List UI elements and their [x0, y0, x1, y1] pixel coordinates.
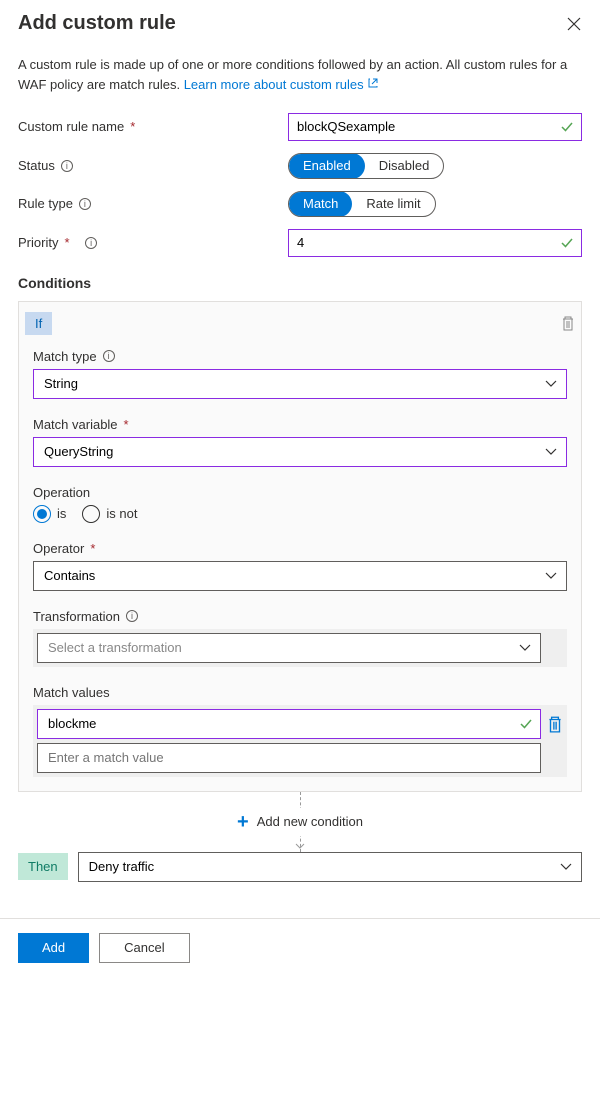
custom-rule-name-label: Custom rule name * — [18, 119, 288, 134]
match-type-select[interactable]: String — [33, 369, 567, 399]
match-value-input[interactable] — [37, 709, 541, 739]
status-toggle[interactable]: Enabled Disabled — [288, 153, 444, 179]
priority-label: Priority * i — [18, 235, 288, 250]
checkmark-icon — [560, 120, 574, 134]
page-title: Add custom rule — [18, 12, 176, 35]
match-type-label: Match type i — [33, 349, 567, 364]
external-link-icon — [367, 75, 379, 95]
conditions-heading: Conditions — [18, 275, 582, 291]
plus-icon: + — [237, 812, 249, 832]
close-icon[interactable] — [566, 16, 582, 32]
status-disabled-button[interactable]: Disabled — [365, 153, 444, 179]
add-condition-button[interactable]: + Add new condition — [227, 808, 373, 836]
action-select[interactable]: Deny traffic — [78, 852, 582, 882]
operation-is-not-label: is not — [106, 506, 137, 521]
info-icon[interactable]: i — [61, 160, 73, 172]
operation-is-radio[interactable]: is — [33, 505, 66, 523]
delete-condition-icon[interactable] — [561, 315, 575, 331]
custom-rule-name-input[interactable] — [288, 113, 582, 141]
status-label: Status i — [18, 158, 288, 173]
learn-more-link[interactable]: Learn more about custom rules — [184, 77, 380, 92]
rule-type-toggle[interactable]: Match Rate limit — [288, 191, 436, 217]
description-text: A custom rule is made up of one or more … — [18, 55, 582, 95]
match-variable-label: Match variable * — [33, 417, 567, 432]
delete-match-value-icon[interactable] — [547, 715, 563, 733]
priority-input[interactable] — [288, 229, 582, 257]
operator-label: Operator * — [33, 541, 567, 556]
match-variable-select[interactable]: QueryString — [33, 437, 567, 467]
checkmark-icon — [519, 717, 533, 731]
operation-is-not-radio[interactable]: is not — [82, 505, 137, 523]
info-icon[interactable]: i — [103, 350, 115, 362]
info-icon[interactable]: i — [79, 198, 91, 210]
info-icon[interactable]: i — [126, 610, 138, 622]
conditions-container: If Match type i String Match variable * — [18, 301, 582, 792]
checkmark-icon — [560, 236, 574, 250]
learn-more-text: Learn more about custom rules — [184, 77, 364, 92]
match-values-label: Match values — [33, 685, 567, 700]
if-badge: If — [25, 312, 52, 335]
rule-type-rate-limit-button[interactable]: Rate limit — [352, 191, 434, 217]
status-enabled-button[interactable]: Enabled — [289, 153, 365, 179]
rule-type-match-button[interactable]: Match — [289, 191, 352, 217]
then-badge: Then — [18, 853, 68, 880]
add-condition-label: Add new condition — [257, 814, 363, 829]
match-value-empty-input[interactable] — [37, 743, 541, 773]
transformation-label: Transformation i — [33, 609, 567, 624]
operator-select[interactable]: Contains — [33, 561, 567, 591]
info-icon[interactable]: i — [85, 237, 97, 249]
rule-type-label: Rule type i — [18, 196, 288, 211]
cancel-button[interactable]: Cancel — [99, 933, 189, 963]
operation-is-label: is — [57, 506, 66, 521]
add-button[interactable]: Add — [18, 933, 89, 963]
operation-label: Operation — [33, 485, 567, 500]
transformation-select[interactable]: Select a transformation — [37, 633, 541, 663]
